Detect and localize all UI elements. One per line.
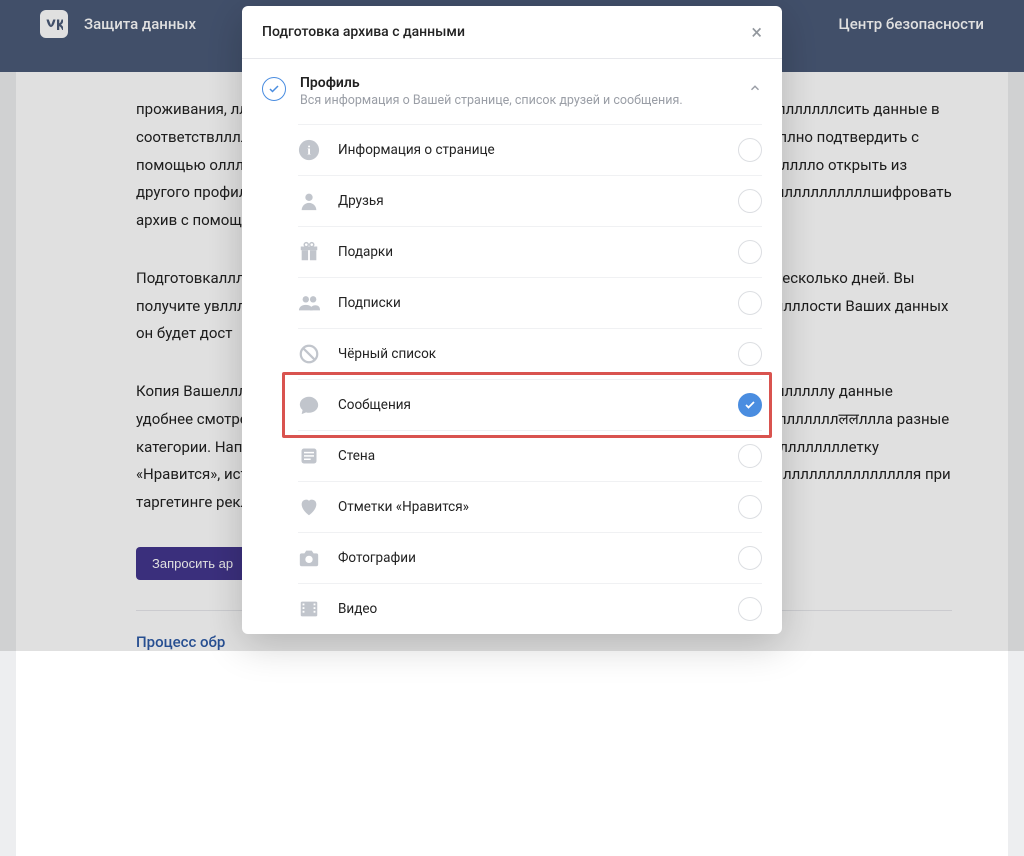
option-radio[interactable]: [738, 342, 762, 366]
section-profile-header[interactable]: Профиль Вся информация о Вашей странице,…: [262, 67, 762, 124]
option-label: Подарки: [338, 244, 393, 260]
option-radio[interactable]: [738, 393, 762, 417]
film-icon: [298, 598, 320, 620]
wall-icon: [298, 445, 320, 467]
option-row-block[interactable]: Чёрный список: [298, 328, 762, 379]
option-label: Стена: [338, 448, 375, 464]
modal-body: Профиль Вся информация о Вашей странице,…: [242, 59, 782, 634]
option-row-chat[interactable]: Сообщения: [298, 379, 762, 430]
option-radio[interactable]: [738, 597, 762, 621]
person-icon: [298, 190, 320, 212]
chat-icon: [298, 394, 320, 416]
option-row-info[interactable]: i Информация о странице: [298, 124, 762, 175]
items-list: i Информация о странице Друзья Подарки Подпи…: [262, 124, 762, 634]
section-title: Профиль: [300, 75, 683, 91]
option-row-gift[interactable]: Подарки: [298, 226, 762, 277]
section-subtitle: Вся информация о Вашей странице, список …: [300, 93, 683, 108]
option-label: Сообщения: [338, 397, 411, 413]
option-label: Отметки «Нравится»: [338, 499, 469, 515]
people-icon: [298, 292, 320, 314]
option-label: Фотографии: [338, 550, 416, 566]
block-icon: [298, 343, 320, 365]
modal-header: Подготовка архива с данными ×: [242, 6, 782, 59]
gift-icon: [298, 241, 320, 263]
option-label: Друзья: [338, 193, 384, 209]
chevron-up-icon: [748, 81, 762, 99]
option-row-heart[interactable]: Отметки «Нравится»: [298, 481, 762, 532]
option-label: Видео: [338, 601, 377, 617]
option-radio[interactable]: [738, 495, 762, 519]
modal-title: Подготовка архива с данными: [262, 24, 465, 40]
option-radio[interactable]: [738, 189, 762, 213]
modal-overlay: Подготовка архива с данными × Профиль Вс…: [0, 0, 1024, 651]
option-label: Подписки: [338, 295, 401, 311]
option-radio[interactable]: [738, 444, 762, 468]
option-row-people[interactable]: Подписки: [298, 277, 762, 328]
option-radio[interactable]: [738, 546, 762, 570]
option-radio[interactable]: [738, 291, 762, 315]
heart-icon: [298, 496, 320, 518]
option-row-camera[interactable]: Фотографии: [298, 532, 762, 583]
option-label: Чёрный список: [338, 346, 436, 362]
option-row-film[interactable]: Видео: [298, 583, 762, 634]
check-circle-icon: [262, 77, 286, 101]
option-radio[interactable]: [738, 138, 762, 162]
option-row-wall[interactable]: Стена: [298, 430, 762, 481]
info-icon: i: [298, 139, 320, 161]
close-icon[interactable]: ×: [751, 22, 762, 42]
archive-modal: Подготовка архива с данными × Профиль Вс…: [242, 6, 782, 634]
option-label: Информация о странице: [338, 142, 495, 158]
option-radio[interactable]: [738, 240, 762, 264]
option-row-person[interactable]: Друзья: [298, 175, 762, 226]
svg-text:i: i: [307, 144, 311, 158]
camera-icon: [298, 547, 320, 569]
